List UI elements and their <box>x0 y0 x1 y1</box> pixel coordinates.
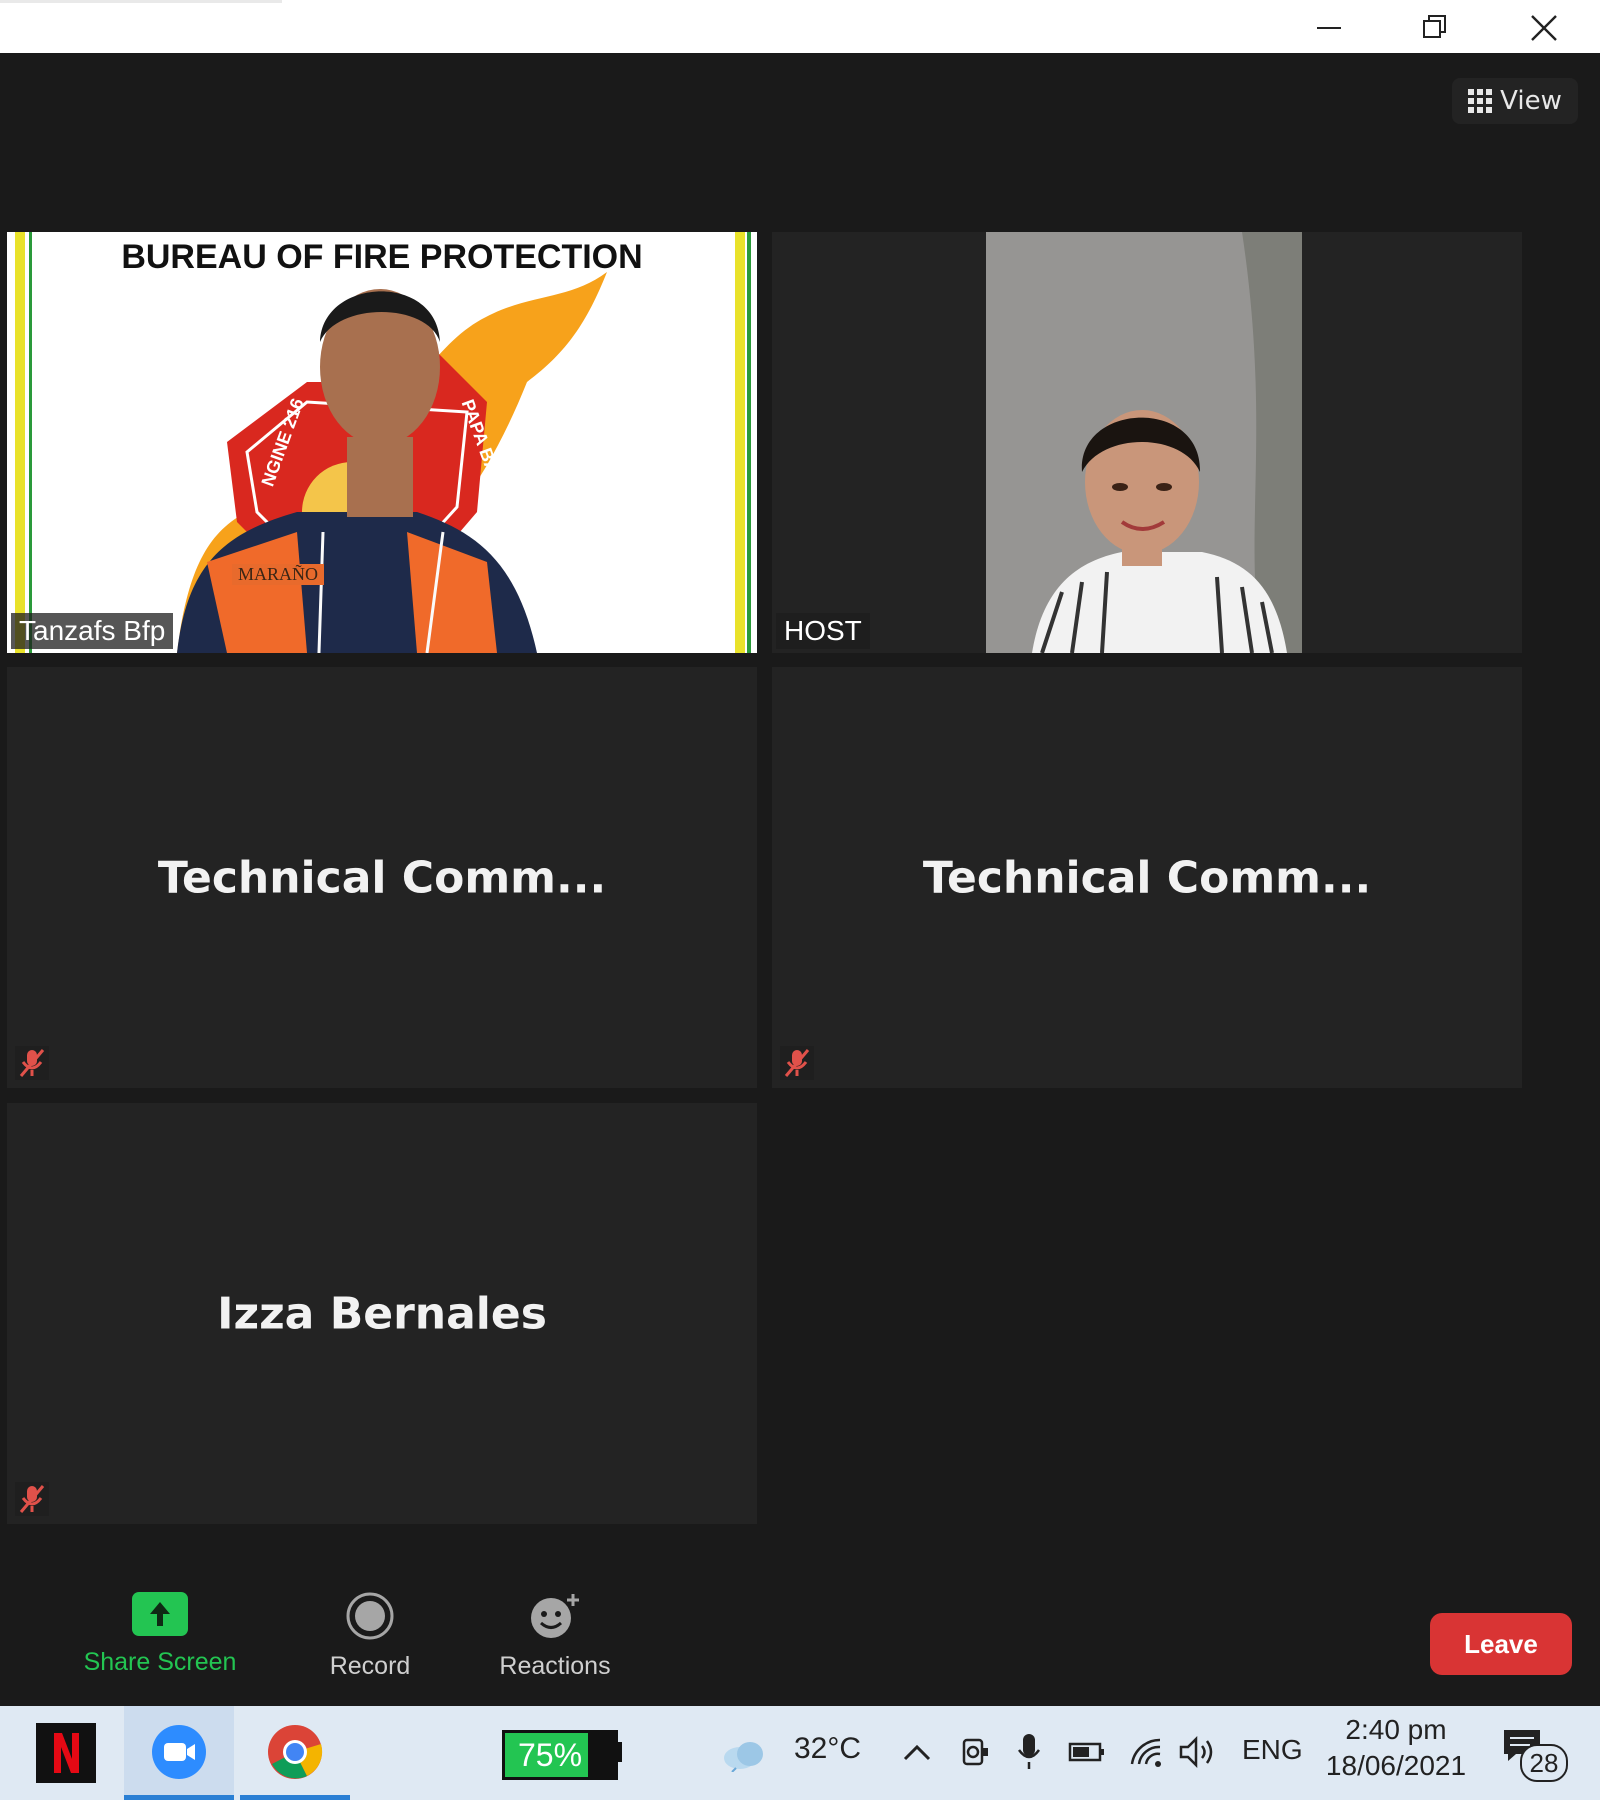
weather-temperature[interactable]: 32°C <box>794 1732 861 1766</box>
share-screen-icon <box>132 1592 188 1636</box>
mic-muted-icon <box>15 1046 49 1080</box>
reactions-icon <box>531 1594 579 1638</box>
share-screen-button[interactable]: Share Screen <box>70 1592 250 1677</box>
participant-tile[interactable]: Technical Comm... <box>7 667 757 1088</box>
camera-in-use-icon[interactable] <box>960 1734 990 1770</box>
system-clock[interactable]: 2:40 pm 18/06/2021 <box>1316 1714 1476 1782</box>
reactions-label: Reactions <box>499 1652 611 1680</box>
participant-name-tag: HOST <box>776 613 870 649</box>
taskbar-zoom[interactable] <box>124 1706 234 1800</box>
battery-percent: 75% <box>517 1737 583 1773</box>
leave-button[interactable]: Leave <box>1430 1613 1572 1675</box>
uniform-name-patch: MARAÑO <box>232 564 325 585</box>
volume-icon[interactable] <box>1178 1735 1220 1769</box>
taskbar-chrome[interactable] <box>240 1706 350 1800</box>
taskbar-netflix[interactable] <box>10 1706 120 1800</box>
close-icon <box>1531 15 1557 41</box>
fire-bureau-background <box>7 232 757 653</box>
netflix-icon <box>36 1723 96 1783</box>
wifi-icon[interactable] <box>1128 1736 1164 1768</box>
reactions-button[interactable]: Reactions <box>480 1592 630 1681</box>
video-tile-tanzafs[interactable]: BUREAU OF FIRE PROTECTION NGINE 216 PAPA… <box>7 232 757 653</box>
weather-cloud-icon[interactable] <box>720 1736 768 1772</box>
video-tile-host[interactable]: HOST <box>772 232 1522 653</box>
chrome-icon <box>268 1725 323 1779</box>
titlebar-strip <box>0 0 282 3</box>
record-label: Record <box>329 1652 411 1680</box>
grid-icon <box>1468 89 1493 113</box>
clock-date: 18/06/2021 <box>1325 1750 1467 1781</box>
minimize-button[interactable] <box>1298 6 1358 46</box>
view-label: View <box>1500 86 1562 116</box>
windows-taskbar: 75% 32°C ENG 2:40 pm 18/06/2021 28 <box>0 1706 1600 1800</box>
show-hidden-icons-chevron-icon[interactable] <box>902 1742 932 1762</box>
participant-name: Izza Bernales <box>217 1288 547 1339</box>
battery-status-icon[interactable] <box>1068 1740 1106 1764</box>
host-video-feed <box>986 232 1302 653</box>
close-button[interactable] <box>1512 6 1572 46</box>
clock-time: 2:40 pm <box>1345 1714 1447 1745</box>
mic-muted-icon <box>780 1046 814 1080</box>
zoom-icon <box>152 1725 206 1779</box>
record-button[interactable]: Record <box>290 1592 450 1681</box>
bureau-banner-text: BUREAU OF FIRE PROTECTION <box>121 238 643 276</box>
minimize-icon <box>1317 27 1341 29</box>
meeting-toolbar: Share Screen Record Reactions <box>0 1570 1600 1706</box>
notification-center-button[interactable]: 28 <box>1502 1728 1568 1784</box>
notification-count-badge: 28 <box>1520 1744 1568 1782</box>
participant-name: Technical Comm... <box>157 852 607 903</box>
participant-name-tag: Tanzafs Bfp <box>11 613 174 649</box>
view-button[interactable]: View <box>1452 78 1578 124</box>
restore-button[interactable] <box>1404 6 1464 46</box>
open-app-indicator <box>240 1795 350 1800</box>
input-language[interactable]: ENG <box>1242 1734 1303 1766</box>
battery-tip <box>616 1742 622 1762</box>
mic-muted-icon <box>15 1482 49 1516</box>
record-icon <box>346 1592 394 1640</box>
restore-icon <box>1423 15 1446 38</box>
window-titlebar <box>0 0 1600 53</box>
active-app-indicator <box>124 1795 234 1800</box>
battery-widget[interactable]: 75% <box>502 1730 618 1780</box>
participant-name: Technical Comm... <box>922 852 1372 903</box>
microphone-icon[interactable] <box>1016 1732 1042 1772</box>
participant-tile[interactable]: Izza Bernales <box>7 1103 757 1524</box>
share-screen-label: Share Screen <box>83 1648 237 1676</box>
participant-tile[interactable]: Technical Comm... <box>772 667 1522 1088</box>
